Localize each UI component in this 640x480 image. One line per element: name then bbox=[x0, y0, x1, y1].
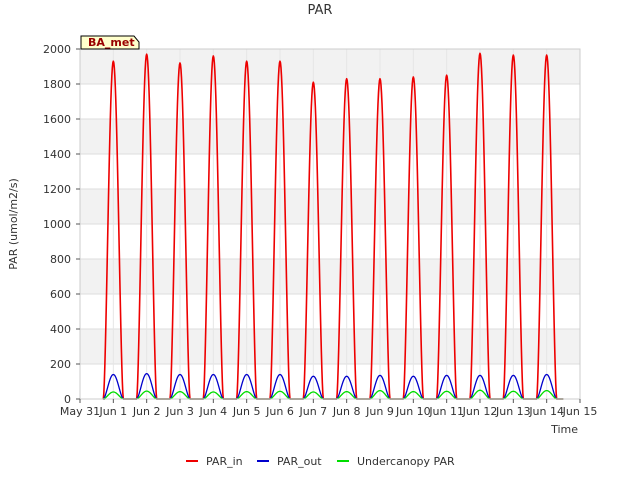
site-label-box: BA_met bbox=[80, 35, 140, 50]
y-tick-label: 1600 bbox=[43, 113, 71, 126]
grid-band bbox=[80, 49, 580, 84]
y-tick-label: 800 bbox=[50, 253, 71, 266]
series-line-par-out bbox=[102, 372, 564, 400]
par-chart: 0200400600800100012001400160018002000 Ma… bbox=[7, 3, 597, 468]
x-tick-label: Jun 12 bbox=[462, 405, 498, 418]
x-tick-label: Jun 4 bbox=[198, 405, 227, 418]
background-bands bbox=[80, 49, 580, 364]
y-tick-label: 1000 bbox=[43, 218, 71, 231]
legend-item: Undercanopy PAR bbox=[337, 455, 455, 468]
y-axis-label: PAR (umol/m2/s) bbox=[7, 178, 20, 270]
x-tick-label: Jun 11 bbox=[428, 405, 464, 418]
x-tick-label: Jun 2 bbox=[132, 405, 161, 418]
grid-band bbox=[80, 119, 580, 154]
x-tick-label: Jun 6 bbox=[265, 405, 294, 418]
x-tick-label: Jun 13 bbox=[495, 405, 531, 418]
y-tick-label: 1200 bbox=[43, 183, 71, 196]
y-tick-label: 600 bbox=[50, 288, 71, 301]
x-tick-label: Jun 8 bbox=[332, 405, 361, 418]
x-tick-label: Jun 3 bbox=[165, 405, 194, 418]
x-tick-label: Jun 10 bbox=[395, 405, 431, 418]
y-tick-label: 200 bbox=[50, 358, 71, 371]
legend-item: PAR_out bbox=[257, 455, 322, 468]
y-tick-label: 1800 bbox=[43, 78, 71, 91]
legend-label: PAR_in bbox=[206, 455, 243, 468]
x-tick-label: Jun 1 bbox=[98, 405, 127, 418]
y-tick-label: 2000 bbox=[43, 43, 71, 56]
y-tick-label: 400 bbox=[50, 323, 71, 336]
x-tick-label: May 31 bbox=[60, 405, 100, 418]
x-tick-label: Jun 7 bbox=[298, 405, 327, 418]
legend-label: Undercanopy PAR bbox=[357, 455, 455, 468]
site-label: BA_met bbox=[88, 36, 135, 49]
y-tick-label: 1400 bbox=[43, 148, 71, 161]
x-axis-ticks: May 31 Jun 1 Jun 2 Jun 3 Jun 4 Jun 5 Jun 6 Jun … bbox=[60, 399, 597, 418]
x-tick-label: Jun 5 bbox=[232, 405, 261, 418]
x-axis-label: Time bbox=[550, 423, 578, 436]
x-tick-label: Jun 9 bbox=[365, 405, 394, 418]
legend-item: PAR_in bbox=[186, 455, 243, 468]
grid-band bbox=[80, 189, 580, 224]
x-tick-label: Jun 15 bbox=[562, 405, 598, 418]
x-tick-label: Jun 14 bbox=[528, 405, 564, 418]
legend: PAR_in PAR_out Undercanopy PAR bbox=[186, 455, 455, 468]
grid-band bbox=[80, 259, 580, 294]
y-axis-ticks: 0200400600800100012001400160018002000 bbox=[43, 43, 80, 406]
legend-label: PAR_out bbox=[277, 455, 322, 468]
chart-title: PAR bbox=[308, 3, 333, 18]
